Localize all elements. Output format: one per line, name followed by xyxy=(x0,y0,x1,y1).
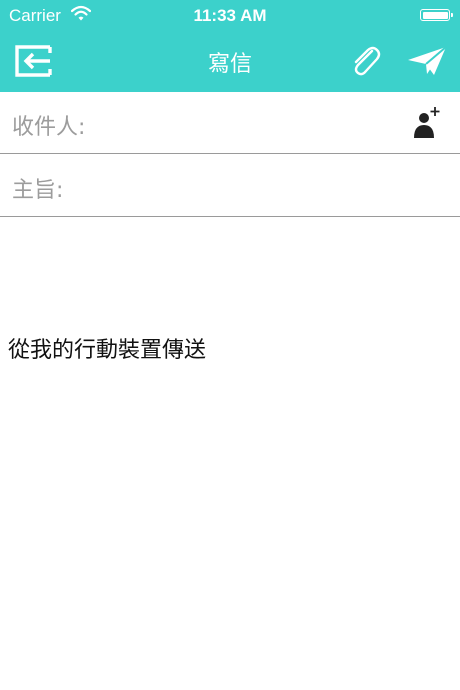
to-input[interactable] xyxy=(100,104,400,144)
subject-field-row: 主旨: xyxy=(0,155,460,217)
add-contact-icon[interactable] xyxy=(412,104,442,140)
subject-label: 主旨: xyxy=(12,178,64,203)
page-title: 寫信 xyxy=(207,52,252,77)
subject-input[interactable] xyxy=(76,167,448,207)
signature-text: 從我的行動裝置傳送 xyxy=(8,338,207,363)
status-bar: Carrier 11:33 AM xyxy=(0,0,460,30)
paperclip-icon[interactable] xyxy=(348,44,382,78)
to-label: 收件人: xyxy=(12,115,86,140)
battery-icon xyxy=(420,9,453,21)
paper-plane-icon[interactable] xyxy=(406,44,448,78)
clock: 11:33 AM xyxy=(193,6,267,25)
nav-bar: 寫信 xyxy=(0,30,460,92)
to-field-row: 收件人: xyxy=(0,92,460,154)
message-body[interactable]: 從我的行動裝置傳送 xyxy=(0,218,460,690)
